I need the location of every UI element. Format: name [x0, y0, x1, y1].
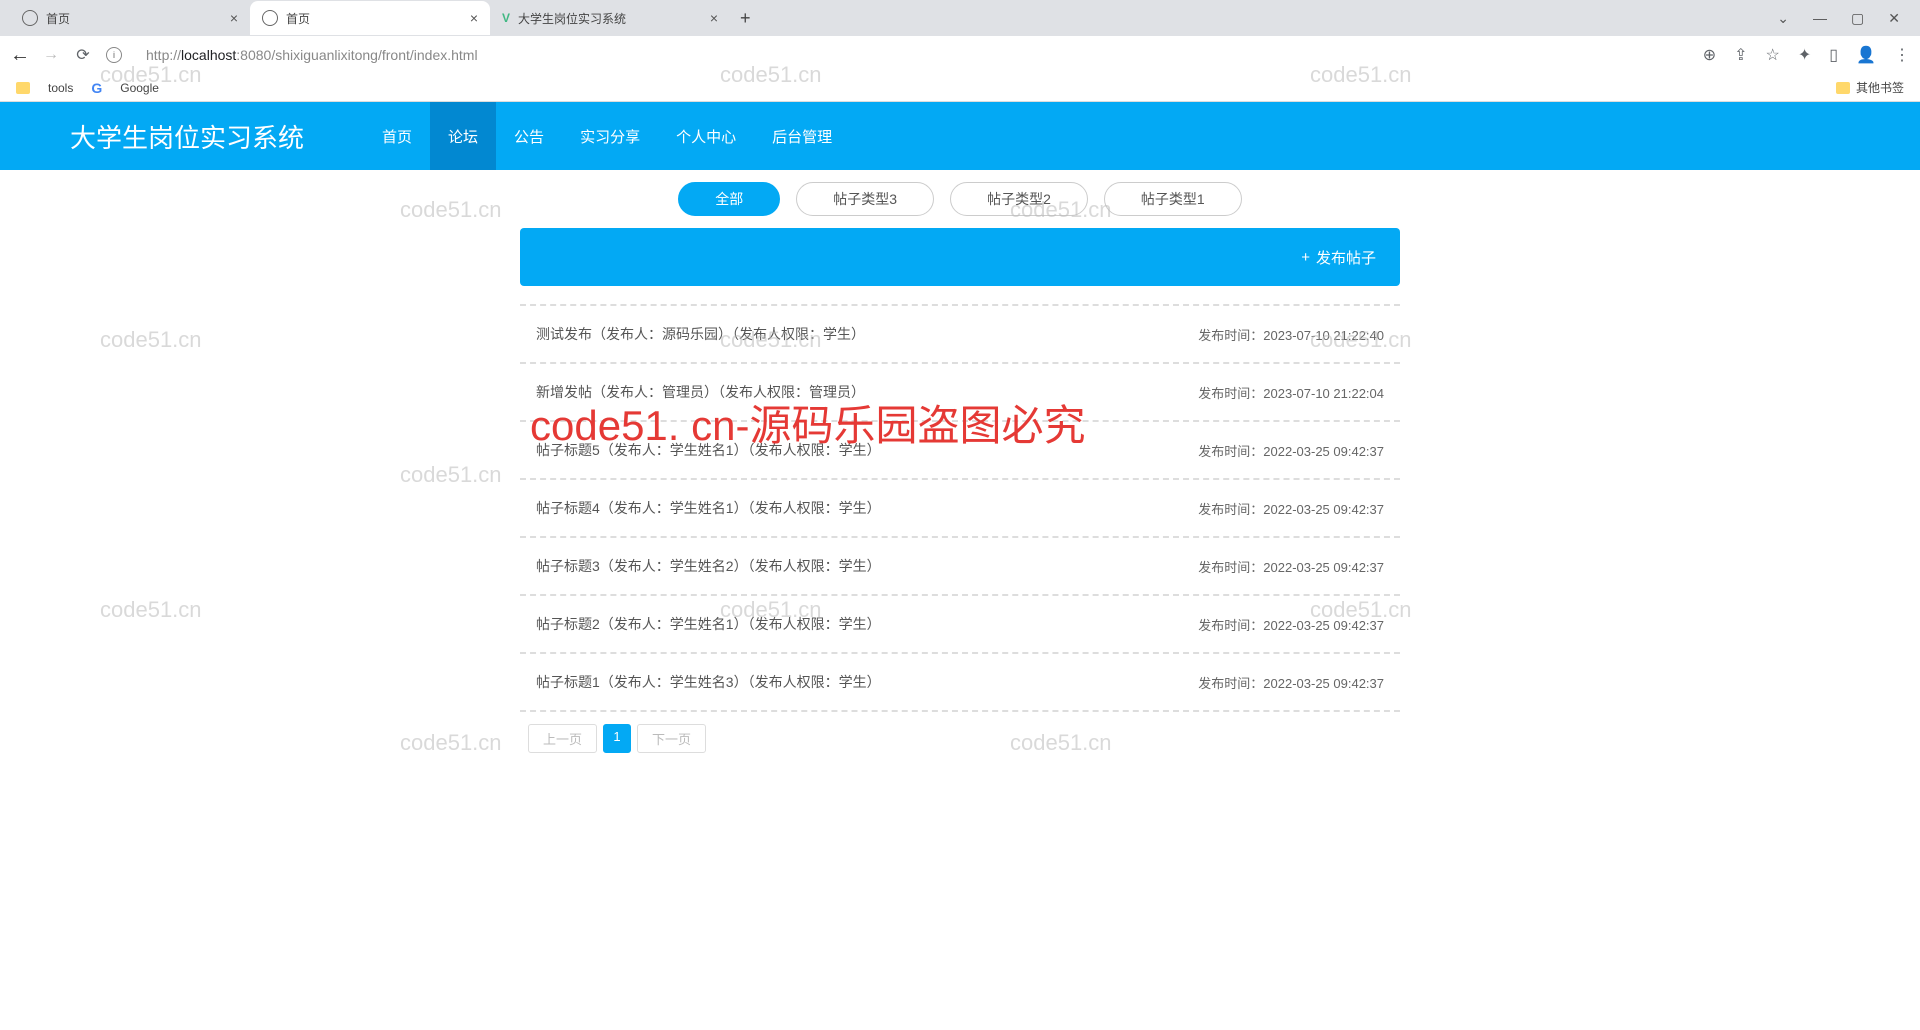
tab-title: 首页 — [46, 10, 222, 27]
post-title: 测试发布（发布人：源码乐园）（发布人权限：学生） — [536, 324, 865, 344]
folder-icon — [16, 82, 30, 94]
nav-link-5[interactable]: 后台管理 — [754, 102, 850, 170]
window-controls: ⌄ — ▢ ✕ — [1777, 10, 1920, 27]
bookmarks-bar: tools G Google 其他书签 — [0, 74, 1920, 102]
browser-toolbar: ← → ⟳ i http://localhost:8080/shixiguanl… — [0, 36, 1920, 74]
new-tab-button[interactable]: + — [730, 8, 761, 29]
main-content: 全部帖子类型3 帖子类型2 帖子类型1 + 发布帖子 测试发布（发布人：源码乐园）（… — [520, 182, 1400, 753]
post-time: 发布时间：2022-03-25 09:42:37 — [1198, 557, 1384, 576]
nav-link-1[interactable]: 论坛 — [430, 102, 496, 170]
filter-tab-2[interactable]: 帖子类型2 — [950, 182, 1088, 216]
vue-icon: V — [502, 11, 510, 25]
pagination: 上一页 1 下一页 — [520, 724, 1400, 753]
filter-tabs: 全部帖子类型3 帖子类型2 帖子类型1 — [520, 182, 1400, 216]
menu-icon[interactable]: ⋮ — [1894, 45, 1910, 65]
browser-tab[interactable]: V 大学生岗位实习系统 × — [490, 1, 730, 35]
post-title: 帖子标题5（发布人：学生姓名1）（发布人权限：学生） — [536, 440, 881, 460]
close-icon[interactable]: × — [230, 10, 238, 26]
post-row[interactable]: 测试发布（发布人：源码乐园）（发布人权限：学生） 发布时间：2023-07-10 … — [520, 304, 1400, 364]
info-icon[interactable]: i — [106, 47, 122, 63]
close-window-icon[interactable]: ✕ — [1888, 10, 1900, 27]
post-title: 帖子标题1（发布人：学生姓名3）（发布人权限：学生） — [536, 672, 881, 692]
address-bar[interactable]: http://localhost:8080/shixiguanlixitong/… — [136, 40, 1689, 70]
post-time: 发布时间：2022-03-25 09:42:37 — [1198, 441, 1384, 460]
close-icon[interactable]: × — [470, 10, 478, 26]
chevron-down-icon[interactable]: ⌄ — [1777, 10, 1789, 27]
new-post-label: 发布帖子 — [1316, 247, 1376, 268]
nav-link-2[interactable]: 公告 — [496, 102, 562, 170]
watermark: code51.cn — [100, 597, 202, 623]
watermark: code51.cn — [400, 462, 502, 488]
globe-icon — [262, 10, 278, 26]
watermark: code51.cn — [100, 327, 202, 353]
maximize-icon[interactable]: ▢ — [1851, 10, 1864, 27]
browser-chrome: 首页 × 首页 × V 大学生岗位实习系统 × + ⌄ — ▢ ✕ ← → ⟳ … — [0, 0, 1920, 102]
bookmark-tools[interactable]: tools — [48, 81, 73, 95]
post-title: 新增发帖（发布人：管理员）（发布人权限：管理员） — [536, 382, 865, 402]
star-icon[interactable]: ☆ — [1766, 45, 1780, 65]
share-icon[interactable]: ⇪ — [1734, 45, 1747, 65]
post-row[interactable]: 帖子标题2（发布人：学生姓名1）（发布人权限：学生） 发布时间：2022-03-2… — [520, 596, 1400, 654]
reload-button[interactable]: ⟳ — [74, 45, 92, 65]
post-row[interactable]: 帖子标题4（发布人：学生姓名1）（发布人权限：学生） 发布时间：2022-03-2… — [520, 480, 1400, 538]
page-number[interactable]: 1 — [603, 724, 631, 753]
filter-tab-1[interactable]: 帖子类型3 — [796, 182, 934, 216]
browser-tab[interactable]: 首页 × — [250, 1, 490, 35]
tab-title: 首页 — [286, 10, 462, 27]
tab-title: 大学生岗位实习系统 — [518, 10, 702, 27]
globe-icon — [22, 10, 38, 26]
post-time: 发布时间：2023-07-10 21:22:40 — [1198, 325, 1384, 344]
post-title: 帖子标题3（发布人：学生姓名2）（发布人权限：学生） — [536, 556, 881, 576]
post-time: 发布时间：2022-03-25 09:42:37 — [1198, 615, 1384, 634]
watermark: code51.cn — [400, 197, 502, 223]
top-nav: 大学生岗位实习系统 首页论坛公告实习分享个人中心后台管理 — [0, 102, 1920, 170]
post-row[interactable]: 帖子标题3（发布人：学生姓名2）（发布人权限：学生） 发布时间：2022-03-2… — [520, 538, 1400, 596]
post-time: 发布时间：2022-03-25 09:42:37 — [1198, 499, 1384, 518]
back-button[interactable]: ← — [10, 44, 28, 67]
close-icon[interactable]: × — [710, 10, 718, 26]
post-time: 发布时间：2023-07-10 21:22:04 — [1198, 383, 1384, 402]
folder-icon — [1836, 82, 1850, 94]
side-panel-icon[interactable]: ▯ — [1829, 45, 1838, 65]
post-list: 测试发布（发布人：源码乐园）（发布人权限：学生） 发布时间：2023-07-10 … — [520, 304, 1400, 712]
url-text: http://localhost:8080/shixiguanlixitong/… — [146, 47, 478, 63]
action-bar: + 发布帖子 — [520, 228, 1400, 286]
next-page-button[interactable]: 下一页 — [637, 724, 706, 753]
post-row[interactable]: 帖子标题1（发布人：学生姓名3）（发布人权限：学生） 发布时间：2022-03-2… — [520, 654, 1400, 712]
profile-icon[interactable]: 👤 — [1856, 45, 1876, 65]
filter-tab-0[interactable]: 全部 — [678, 182, 780, 216]
post-title: 帖子标题2（发布人：学生姓名1）（发布人权限：学生） — [536, 614, 881, 634]
post-row[interactable]: 新增发帖（发布人：管理员）（发布人权限：管理员） 发布时间：2023-07-10 … — [520, 364, 1400, 422]
google-icon: G — [91, 80, 102, 96]
browser-tab[interactable]: 首页 × — [10, 1, 250, 35]
extensions-icon[interactable]: ✦ — [1798, 45, 1811, 65]
post-row[interactable]: 帖子标题5（发布人：学生姓名1）（发布人权限：学生） 发布时间：2022-03-2… — [520, 422, 1400, 480]
new-post-button[interactable]: + 发布帖子 — [1301, 247, 1376, 268]
nav-link-4[interactable]: 个人中心 — [658, 102, 754, 170]
minimize-icon[interactable]: — — [1813, 10, 1827, 27]
forward-button[interactable]: → — [42, 46, 60, 64]
watermark: code51.cn — [400, 730, 502, 756]
post-time: 发布时间：2022-03-25 09:42:37 — [1198, 673, 1384, 692]
bookmark-other[interactable]: 其他书签 — [1856, 79, 1904, 96]
zoom-icon[interactable]: ⊕ — [1703, 45, 1716, 65]
bookmark-google[interactable]: Google — [120, 81, 159, 95]
plus-icon: + — [1301, 249, 1310, 266]
app-body: 大学生岗位实习系统 首页论坛公告实习分享个人中心后台管理 全部帖子类型3 帖子类型… — [0, 102, 1920, 1030]
post-title: 帖子标题4（发布人：学生姓名1）（发布人权限：学生） — [536, 498, 881, 518]
filter-tab-3[interactable]: 帖子类型1 — [1104, 182, 1242, 216]
brand-title: 大学生岗位实习系统 — [70, 118, 304, 155]
nav-link-0[interactable]: 首页 — [364, 102, 430, 170]
tab-strip: 首页 × 首页 × V 大学生岗位实习系统 × + ⌄ — ▢ ✕ — [0, 0, 1920, 36]
prev-page-button[interactable]: 上一页 — [528, 724, 597, 753]
nav-link-3[interactable]: 实习分享 — [562, 102, 658, 170]
